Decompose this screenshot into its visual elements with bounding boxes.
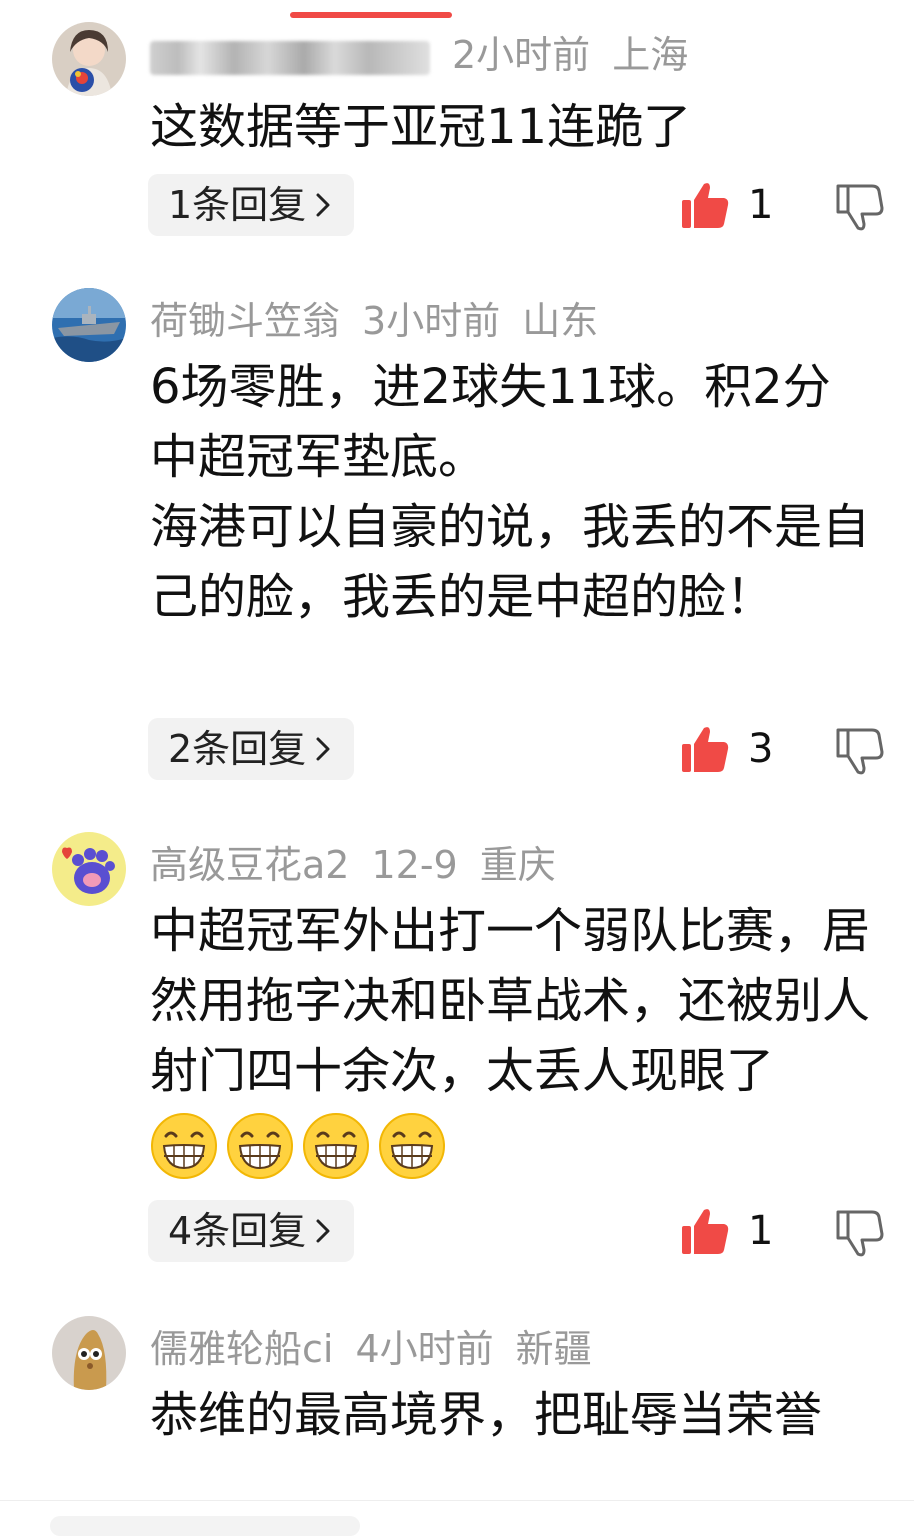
like-count: 3 (748, 726, 774, 772)
comment-time: 12-9 (371, 843, 458, 887)
comment-meta: 2小时前 上海 (150, 30, 710, 80)
view-replies-button[interactable]: 2条回复 (148, 718, 355, 780)
comment-time: 3小时前 (362, 299, 501, 343)
grinning-face-icon (303, 1113, 369, 1179)
username[interactable]: 高级豆花a2 (150, 843, 349, 887)
blurred-username[interactable] (150, 40, 430, 75)
comment-meta: 荷锄斗笠翁 3小时前 山东 (150, 296, 620, 346)
comment-meta: 儒雅轮船ci 4小时前 新疆 (150, 1324, 614, 1374)
divider (0, 1500, 914, 1501)
comment-location: 上海 (612, 33, 689, 77)
replies-label: 4条回复 (168, 1209, 307, 1253)
like-icon[interactable] (680, 180, 730, 230)
chevron-right-icon (316, 193, 330, 217)
comment-location: 新疆 (515, 1327, 592, 1371)
chevron-right-icon (316, 1219, 330, 1243)
like-icon[interactable] (680, 1206, 730, 1256)
chevron-right-icon (316, 737, 330, 761)
username[interactable]: 儒雅轮船ci (150, 1327, 333, 1371)
like-count: 1 (748, 1208, 774, 1254)
paw-avatar-icon[interactable] (52, 832, 126, 906)
comment-text-content: 中超冠军外出打一个弱队比赛，居然用拖字决和卧草战术，还被别人射门四十余次，太丢人… (150, 903, 871, 1099)
view-replies-button[interactable]: 4条回复 (148, 1200, 355, 1262)
emoji-row (150, 1108, 454, 1180)
username[interactable]: 荷锄斗笠翁 (150, 299, 340, 343)
comment-text: 中超冠军外出打一个弱队比赛，居然用拖字决和卧草战术，还被别人射门四十余次，太丢人… (150, 896, 870, 1180)
grinning-face-icon (151, 1113, 217, 1179)
girl-avatar-icon[interactable] (52, 22, 126, 96)
comment-location: 重庆 (479, 843, 556, 887)
comment-meta: 高级豆花a2 12-9 重庆 (150, 840, 578, 890)
dislike-icon[interactable] (834, 182, 884, 232)
like-count: 1 (748, 182, 774, 228)
replies-label: 1条回复 (168, 183, 307, 227)
comment-time: 2小时前 (452, 33, 591, 77)
comment-input-bar[interactable] (50, 1516, 360, 1536)
dislike-icon[interactable] (834, 1208, 884, 1258)
replies-label: 2条回复 (168, 727, 307, 771)
comment-location: 山东 (522, 299, 599, 343)
comment-time: 4小时前 (355, 1327, 494, 1371)
like-icon[interactable] (680, 724, 730, 774)
warship-avatar-icon[interactable] (52, 288, 126, 362)
comment-text: 这数据等于亚冠11连跪了 (150, 99, 692, 155)
grinning-face-icon (379, 1113, 445, 1179)
cartoon-avatar-icon[interactable] (52, 1316, 126, 1390)
dislike-icon[interactable] (834, 726, 884, 776)
view-replies-button[interactable]: 1条回复 (148, 174, 355, 236)
comment-text: 6场零胜，进2球失11球。积2分中超冠军垫底。 海港可以自豪的说，我丢的不是自己… (150, 359, 871, 625)
active-tab-indicator (290, 12, 452, 18)
grinning-face-icon (227, 1113, 293, 1179)
comment-text: 恭维的最高境界，把耻辱当荣誉 (150, 1387, 823, 1443)
